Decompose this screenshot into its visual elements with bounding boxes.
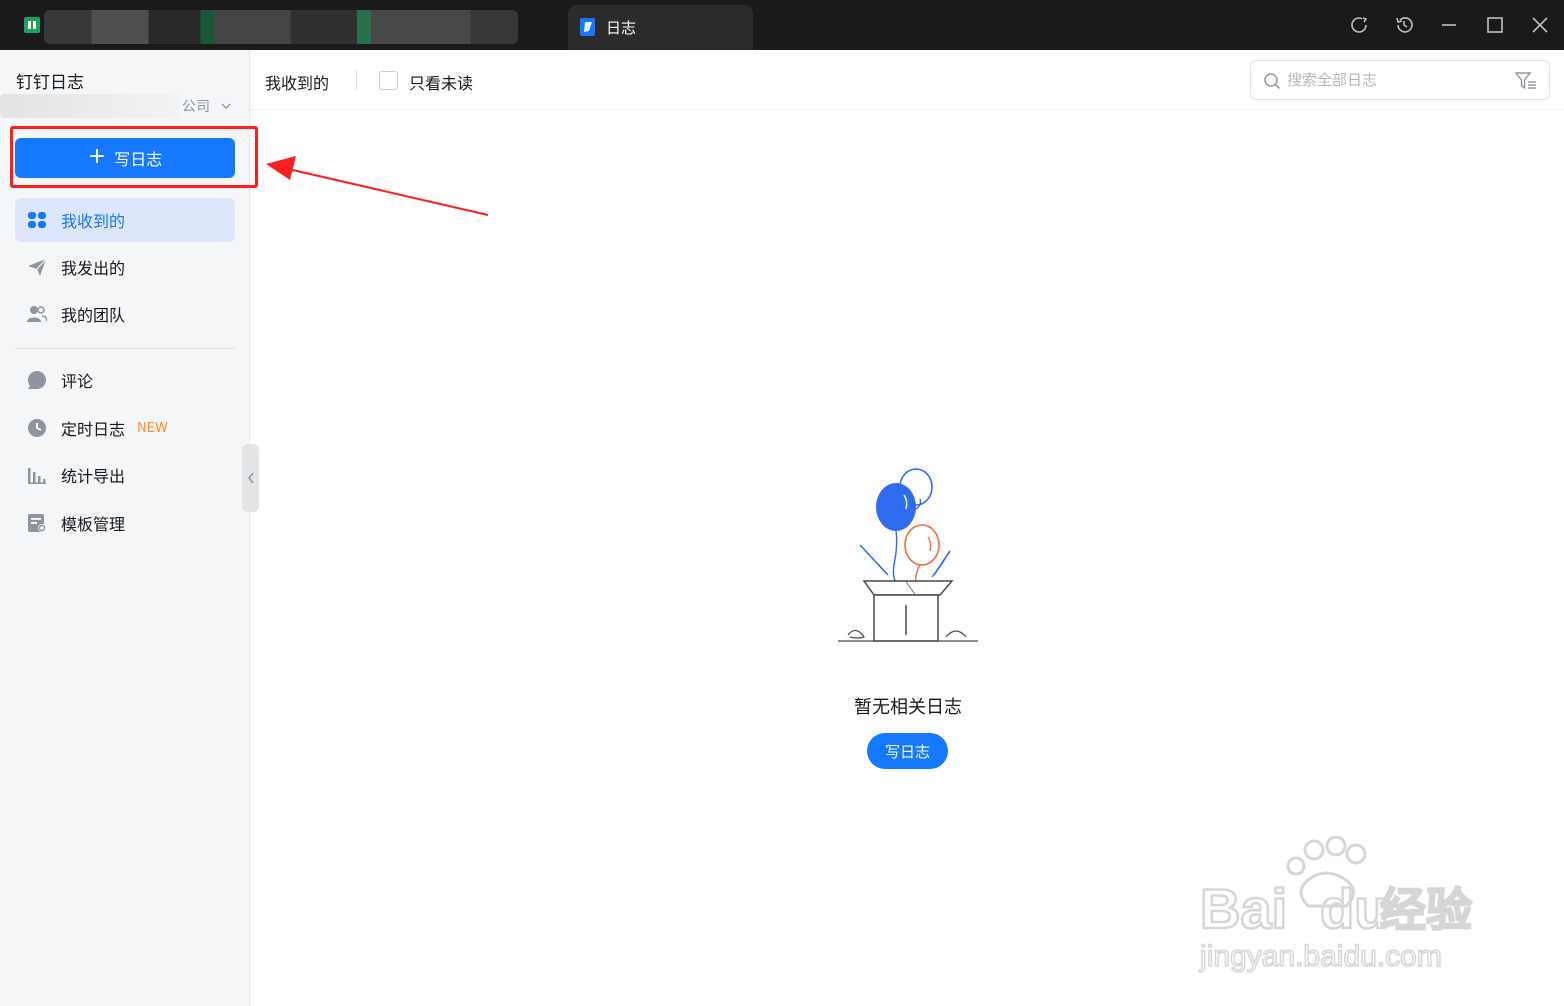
blurred-tab[interactable] — [44, 10, 518, 44]
sidebar-item-label: 我收到的 — [61, 212, 126, 231]
tab-log[interactable]: 日志 — [568, 5, 753, 50]
watermark-brand: Bai — [1200, 877, 1287, 940]
annotation-arrow-icon — [266, 156, 489, 216]
unread-only-checkbox[interactable] — [379, 71, 398, 90]
empty-write-log-button[interactable]: 写日志 — [867, 733, 948, 769]
empty-box-balloons-icon — [838, 468, 978, 642]
filter-icon[interactable] — [1515, 71, 1537, 91]
watermark-brand2: du — [1320, 877, 1388, 940]
unread-only-label[interactable]: 只看未读 — [409, 70, 473, 94]
close-icon[interactable] — [1529, 14, 1551, 36]
search-box — [1250, 60, 1550, 100]
app-logo-icon — [24, 17, 40, 33]
comment-icon — [28, 371, 46, 389]
sidebar-item-templates[interactable]: 模板管理 — [15, 501, 235, 545]
toolbar-divider — [356, 70, 357, 90]
sidebar-item-label: 我发出的 — [61, 259, 126, 278]
watermark-url: jingyan.baidu.com — [1199, 940, 1442, 973]
new-badge: NEW — [137, 420, 168, 436]
sidebar: 钉钉日志 公司 + 写日志 我收到的 我发出的 我的团队 评论 定时日志 NEW… — [0, 50, 250, 1006]
sidebar-item-scheduled[interactable]: 定时日志 NEW — [15, 406, 235, 450]
search-icon — [1264, 73, 1281, 90]
title-bar: 日志 — [0, 0, 1564, 50]
team-icon — [27, 306, 47, 322]
log-tab-icon — [580, 18, 595, 36]
sidebar-item-team[interactable]: 我的团队 — [15, 292, 235, 336]
search-input[interactable] — [1287, 67, 1507, 93]
org-name: 公司 — [182, 99, 210, 115]
org-name-mask — [0, 94, 180, 118]
minimize-icon[interactable] — [1438, 14, 1460, 36]
sidebar-item-stats[interactable]: 统计导出 — [15, 453, 235, 497]
sidebar-item-label: 定时日志 — [61, 420, 126, 439]
app-title: 钉钉日志 — [16, 73, 84, 93]
sidebar-item-label: 模板管理 — [61, 515, 126, 534]
history-icon[interactable] — [1393, 14, 1415, 36]
clock-icon — [28, 419, 46, 437]
annotation-highlight-box — [10, 126, 258, 188]
sidebar-item-label: 我的团队 — [61, 306, 126, 325]
chart-icon — [28, 468, 46, 484]
send-icon — [28, 258, 47, 276]
sidebar-item-comments[interactable]: 评论 — [15, 358, 235, 402]
nav-divider — [15, 348, 235, 349]
tab-title: 日志 — [606, 19, 637, 37]
baidu-watermark-icon: Bai du 经验 jingyan.baidu.com — [1198, 836, 1473, 974]
sidebar-item-sent[interactable]: 我发出的 — [15, 245, 235, 289]
content-toolbar: 我收到的 只看未读 — [250, 50, 1564, 110]
page-title: 我收到的 — [265, 74, 330, 93]
watermark-cn: 经验 — [1380, 883, 1472, 937]
chevron-left-icon — [247, 472, 254, 484]
grid-icon — [28, 212, 46, 228]
chevron-down-icon — [221, 103, 231, 109]
sidebar-item-received[interactable]: 我收到的 — [15, 198, 235, 242]
maximize-icon[interactable] — [1484, 14, 1506, 36]
sidebar-item-label: 统计导出 — [61, 467, 126, 486]
sidebar-item-label: 评论 — [61, 372, 94, 391]
org-switcher[interactable]: 公司 — [0, 94, 240, 118]
empty-state-message: 暂无相关日志 — [854, 697, 962, 718]
sidebar-collapse-handle[interactable] — [242, 444, 259, 512]
template-icon — [28, 514, 46, 532]
sync-icon[interactable] — [1348, 14, 1370, 36]
